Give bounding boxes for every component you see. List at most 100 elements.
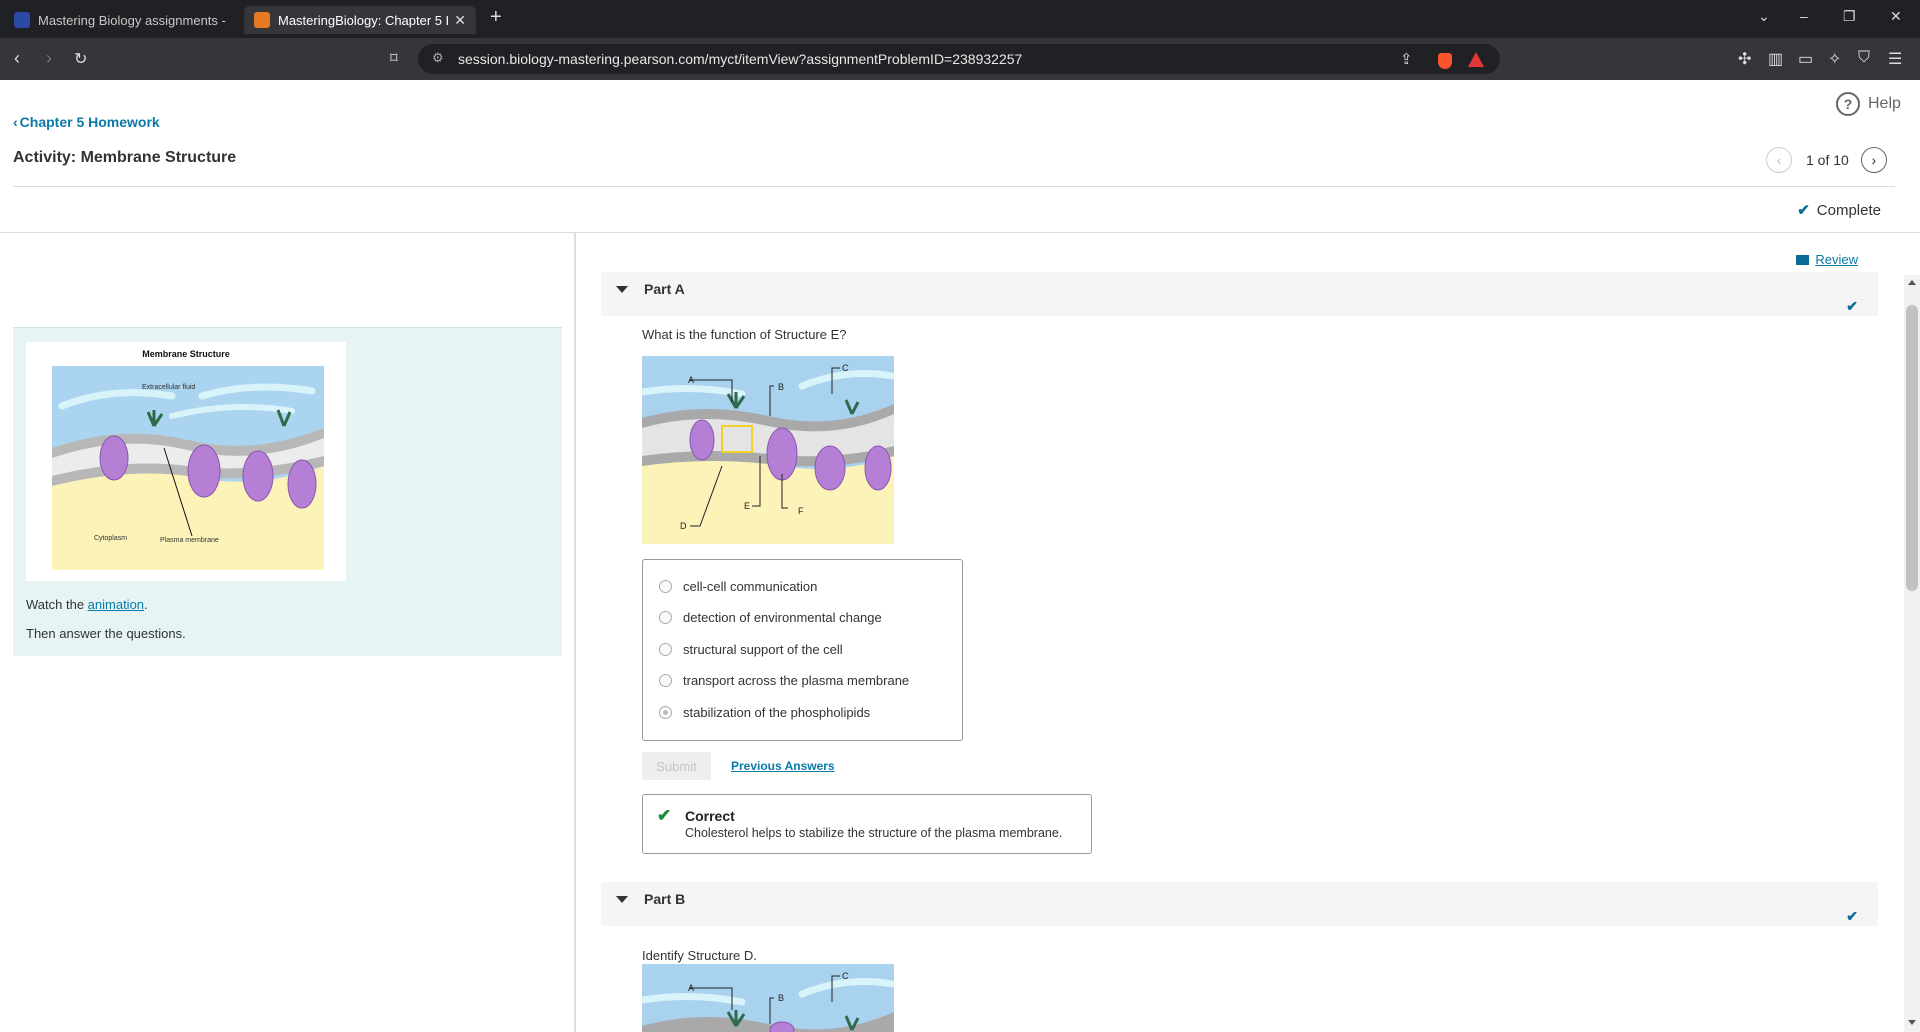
answer-choice[interactable]: structural support of the cell — [659, 642, 843, 657]
part-label: Part A — [644, 281, 685, 297]
status-label: Complete — [1816, 201, 1881, 219]
watch-prefix: Watch the — [26, 597, 88, 612]
menu-icon[interactable]: ☰ — [1888, 49, 1902, 69]
bookmark-icon[interactable]: ⌑ — [390, 49, 398, 67]
help-button[interactable]: ? Help — [1836, 92, 1901, 116]
browser-tab-bar: Mastering Biology assignments - 20 Maste… — [0, 0, 1920, 38]
mastering-favicon-icon — [254, 12, 270, 28]
question-text: Identify Structure D. — [642, 948, 757, 963]
vpn-icon[interactable]: ⛉ — [1858, 49, 1870, 67]
question-figure: A B C D E F — [642, 356, 894, 544]
radio-button[interactable] — [659, 580, 672, 593]
review-link[interactable]: Review — [1796, 252, 1858, 267]
scrollbar-thumb[interactable] — [1906, 305, 1918, 591]
radio-button[interactable] — [659, 643, 672, 656]
part-b-header[interactable]: Part B ✔ — [601, 882, 1878, 926]
book-icon — [1796, 254, 1810, 265]
collapse-arrow-icon — [616, 286, 628, 293]
feedback-text: Cholesterol helps to stabilize the struc… — [685, 826, 1063, 840]
correct-check-icon: ✔ — [657, 806, 672, 825]
minimize-icon[interactable]: – — [1800, 8, 1808, 24]
scroll-down-icon[interactable] — [1908, 1020, 1916, 1025]
sidebar-icon[interactable]: ▥ — [1768, 49, 1783, 69]
radio-button-selected[interactable] — [659, 706, 672, 719]
back-link-label: Chapter 5 Homework — [19, 114, 160, 130]
close-tab-icon[interactable]: ✕ — [454, 12, 466, 29]
part-label: Part B — [644, 891, 686, 907]
answer-choice[interactable]: transport across the plasma membrane — [659, 673, 909, 688]
extensions-icon[interactable]: ✣ — [1738, 49, 1751, 69]
choice-label: transport across the plasma membrane — [683, 673, 910, 688]
review-label: Review — [1815, 252, 1858, 267]
wallet-icon[interactable]: ▭ — [1798, 49, 1813, 69]
intro-panel: Membrane Structure Extracellular fluid C… — [13, 327, 562, 656]
help-label: Help — [1868, 95, 1901, 112]
question-figure-partial: A B C — [642, 964, 894, 1032]
new-tab-button[interactable]: + — [490, 6, 502, 29]
membrane-illustration: Extracellular fluid Cytoplasm Plasma mem… — [52, 366, 324, 570]
close-window-icon[interactable]: ✕ — [1890, 8, 1902, 25]
reload-icon[interactable]: ↻ — [74, 49, 87, 69]
figure-label-f: F — [798, 506, 804, 516]
watch-instruction: Watch the animation. — [26, 597, 148, 612]
instruction-text: Then answer the questions. — [26, 626, 186, 641]
choice-label: cell-cell communication — [683, 579, 818, 594]
share-icon[interactable]: ⇪ — [1400, 50, 1413, 68]
tab-title: MasteringBiology: Chapter 5 Ho — [278, 12, 449, 28]
animation-link[interactable]: animation — [88, 597, 144, 612]
previous-answers-link[interactable]: Previous Answers — [731, 759, 835, 773]
figure-label-d: D — [680, 521, 687, 531]
choice-label: stabilization of the phospholipids — [683, 705, 871, 720]
radio-button[interactable] — [659, 674, 672, 687]
answer-choices: cell-cell communication detection of env… — [642, 559, 963, 741]
scroll-up-icon[interactable] — [1908, 280, 1916, 285]
figure-label-c: C — [842, 971, 849, 981]
brave-rewards-icon[interactable] — [1468, 52, 1484, 67]
thumbnail-title: Membrane Structure — [142, 349, 230, 359]
back-to-assignment-link[interactable]: ‹ Chapter 5 Homework — [13, 114, 160, 130]
feedback-title: Correct — [685, 808, 735, 824]
figure-label-a: A — [688, 983, 694, 993]
answer-choice-selected[interactable]: stabilization of the phospholipids — [659, 705, 870, 720]
checkmark-icon: ✔ — [1846, 908, 1858, 924]
tab-search-icon[interactable]: ⌄ — [1758, 8, 1770, 25]
forward-icon[interactable]: › — [46, 48, 52, 69]
submit-button[interactable]: Submit — [642, 752, 711, 780]
header-divider — [13, 186, 1895, 187]
animation-thumbnail[interactable]: Membrane Structure Extracellular fluid C… — [26, 342, 346, 581]
answer-choice[interactable]: detection of environmental change — [659, 610, 882, 625]
tab-title: Mastering Biology assignments - 20 — [38, 12, 230, 28]
choice-label: detection of environmental change — [683, 610, 882, 625]
question-text: What is the function of Structure E? — [642, 327, 847, 342]
answer-choice[interactable]: cell-cell communication — [659, 579, 817, 594]
next-item-button[interactable]: › — [1860, 147, 1887, 173]
site-settings-icon[interactable]: ⚙ — [432, 50, 444, 66]
help-icon: ? — [1836, 92, 1860, 116]
figure-label-membrane: Plasma membrane — [160, 537, 219, 544]
chevron-left-icon: ‹ — [13, 114, 18, 130]
watch-suffix: . — [144, 597, 148, 612]
page-title: Activity: Membrane Structure — [13, 149, 237, 166]
part-a-header[interactable]: Part A ✔ — [601, 272, 1878, 316]
browser-tab[interactable]: Mastering Biology assignments - 20 — [4, 6, 240, 34]
leo-ai-icon[interactable]: ✧ — [1828, 49, 1841, 69]
figure-label-e: E — [744, 501, 750, 511]
back-icon[interactable]: ‹ — [14, 48, 20, 69]
checkmark-icon: ✔ — [1846, 298, 1858, 314]
url-text: session.biology-mastering.pearson.com/my… — [458, 51, 1023, 67]
figure-label-extracellular: Extracellular fluid — [142, 384, 195, 391]
choice-label: structural support of the cell — [683, 642, 843, 657]
browser-toolbar: ‹ › ↻ ⌑ ⚙ session.biology-mastering.pear… — [0, 38, 1920, 80]
section-divider — [0, 232, 1920, 233]
figure-label-a: A — [688, 375, 694, 385]
radio-button[interactable] — [659, 611, 672, 624]
figure-label-b: B — [778, 382, 784, 392]
address-bar[interactable]: ⚙ session.biology-mastering.pearson.com/… — [418, 44, 1500, 74]
figure-label-cytoplasm: Cytoplasm — [94, 535, 127, 542]
browser-tab-active[interactable]: MasteringBiology: Chapter 5 Ho ✕ — [244, 6, 476, 34]
restore-icon[interactable]: ❐ — [1843, 8, 1856, 25]
previous-item-button[interactable]: ‹ — [1766, 147, 1792, 173]
feedback-box: ✔ Correct Cholesterol helps to stabilize… — [642, 794, 1092, 854]
brave-shields-icon[interactable] — [1438, 53, 1452, 69]
item-pager: ‹ 1 of 10 › — [1766, 147, 1887, 173]
